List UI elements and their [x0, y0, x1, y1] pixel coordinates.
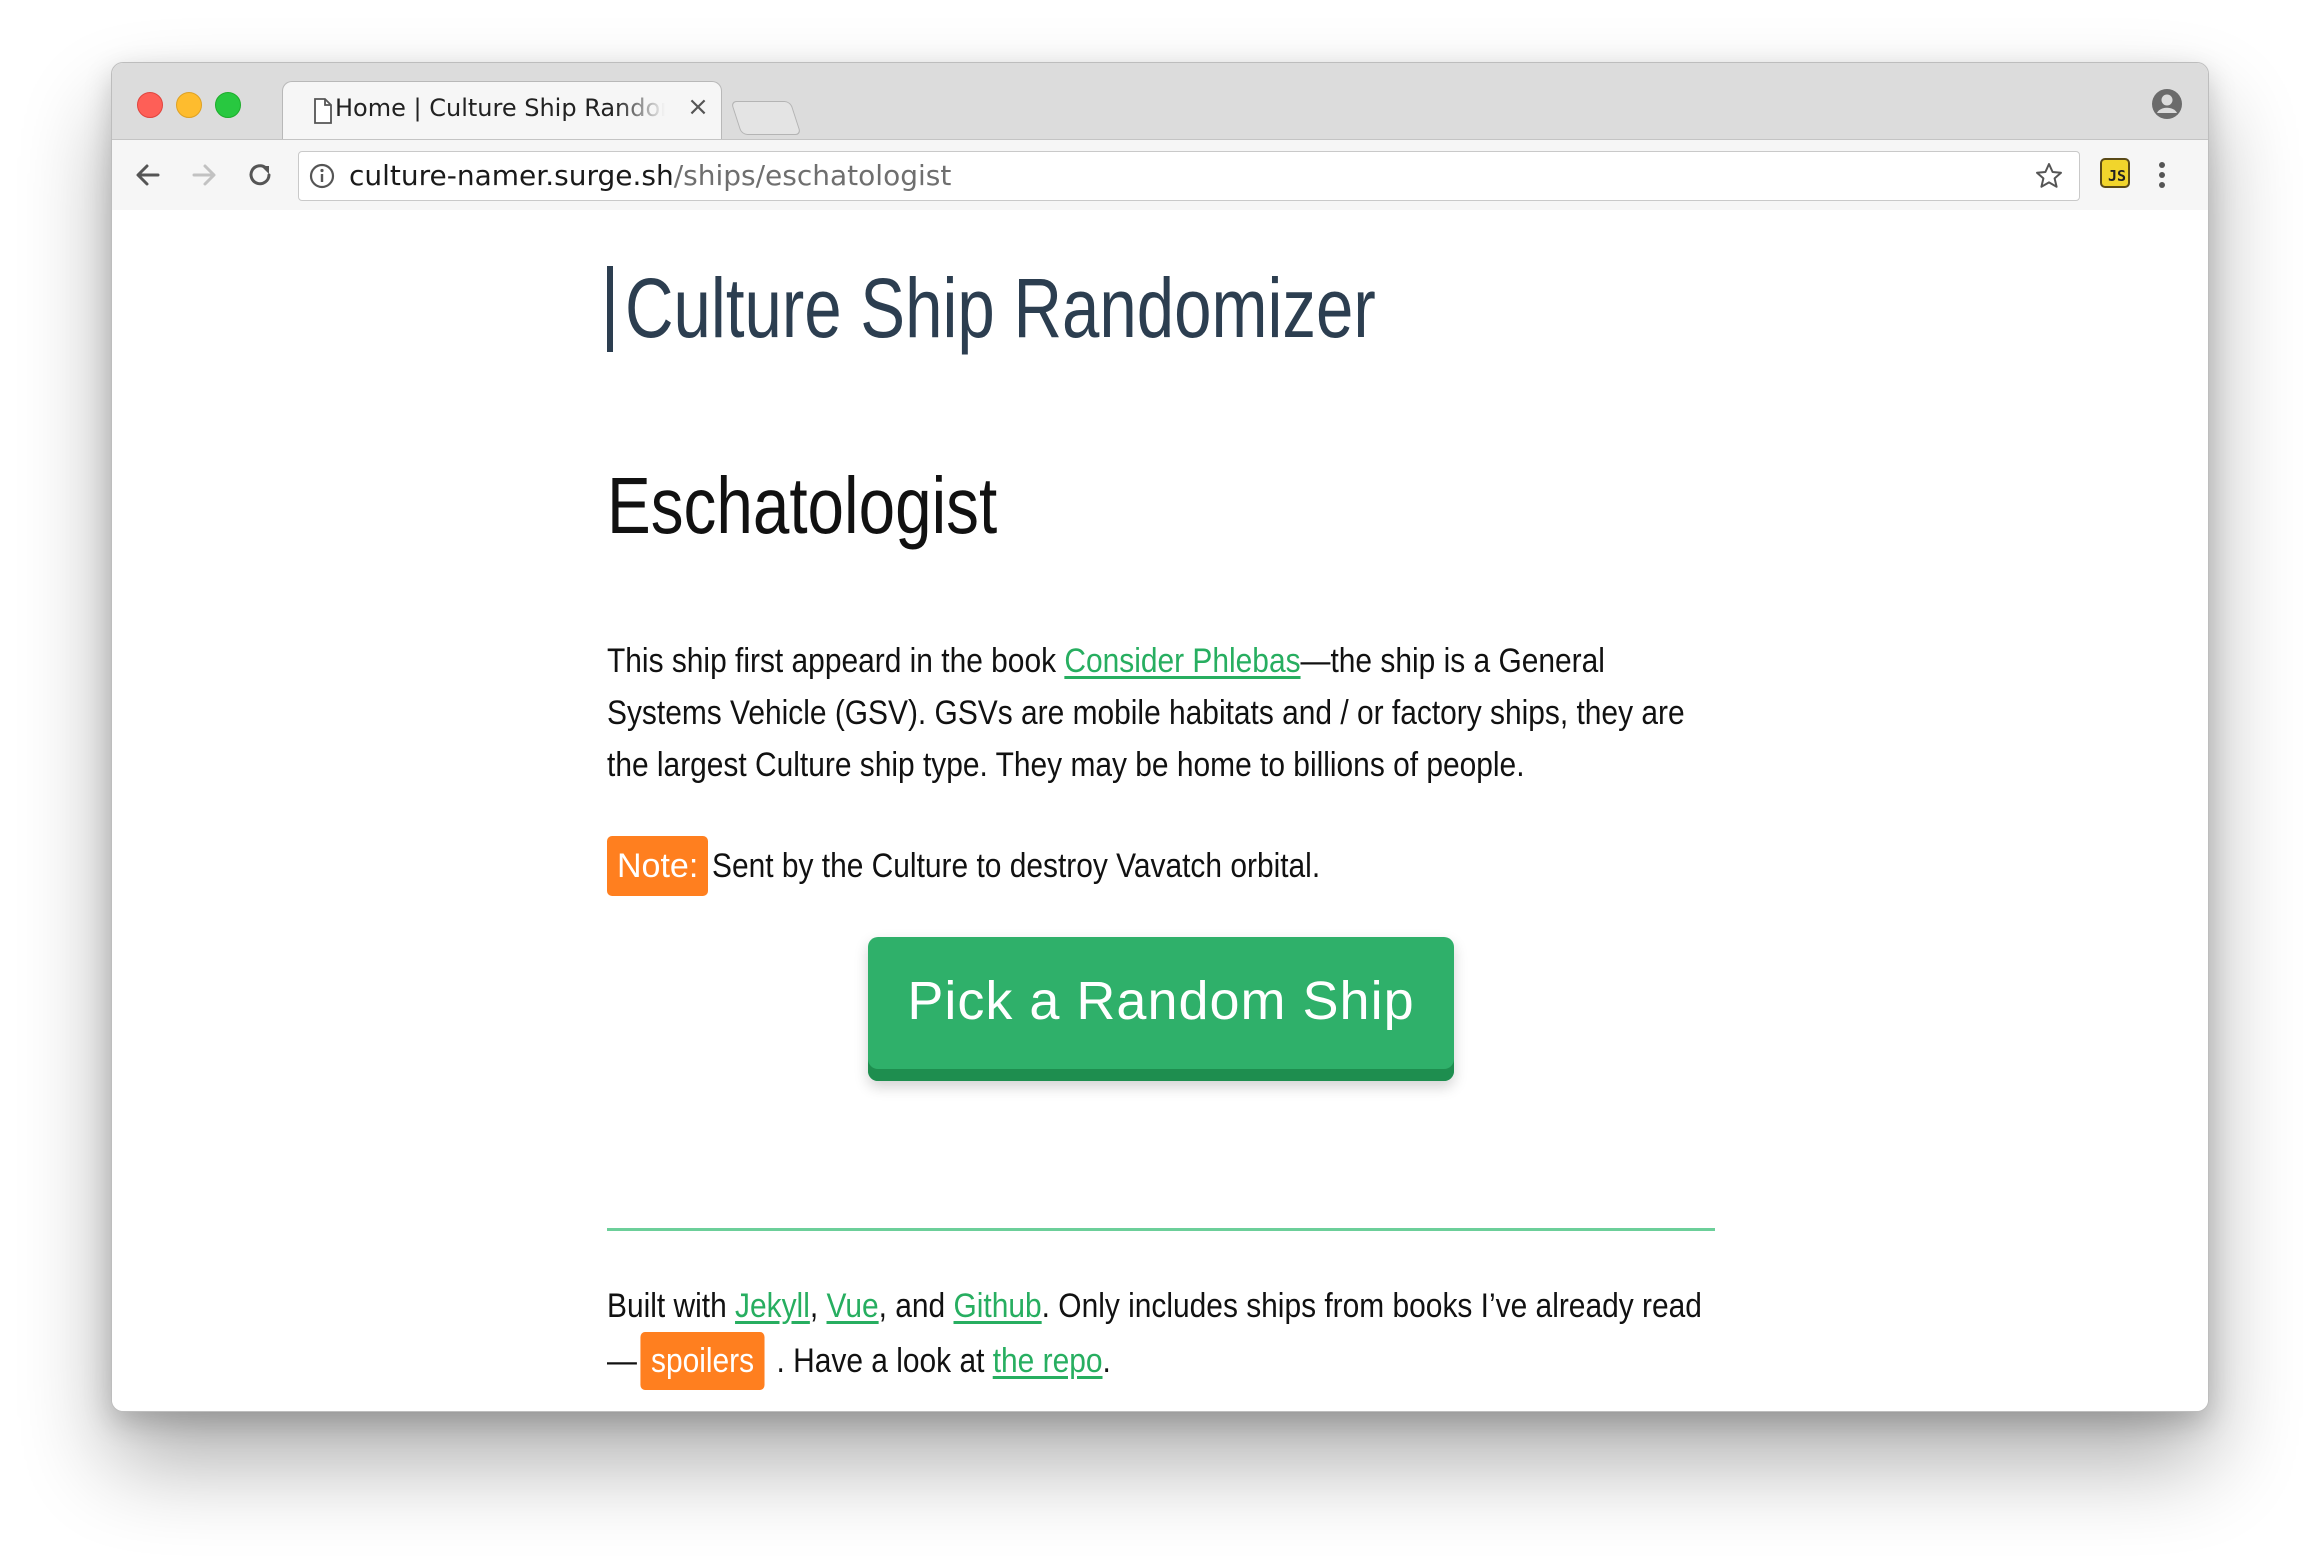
js-extension-icon[interactable]: JS [2100, 158, 2130, 188]
reload-icon[interactable] [242, 157, 278, 193]
jekyll-link[interactable]: Jekyll [735, 1287, 810, 1325]
footer-text: . Have a look at [768, 1342, 993, 1380]
browser-window: Home | Culture Ship Randomizer × c [111, 62, 2209, 1412]
note-row: Note: Sent by the Culture to destroy Vav… [607, 836, 1807, 896]
new-tab-button[interactable] [730, 101, 802, 135]
info-icon[interactable] [309, 163, 335, 189]
tab-strip: Home | Culture Ship Randomizer × [112, 63, 2208, 142]
pick-random-ship-label: Pick a Random Ship [907, 971, 1415, 1031]
ship-description: This ship first appeard in the book Cons… [607, 635, 1716, 791]
tab-close-button[interactable]: × [685, 94, 711, 120]
address-bar[interactable]: culture-namer.surge.sh/ships/eschatologi… [298, 151, 2080, 201]
site-title: Culture Ship Randomizer [625, 261, 1376, 355]
repo-link[interactable]: the repo [993, 1342, 1103, 1380]
footer-built-with: Built with [607, 1287, 736, 1325]
back-arrow-icon[interactable] [130, 157, 166, 193]
forward-arrow-icon[interactable] [186, 157, 222, 193]
profile-icon[interactable] [2150, 87, 2184, 121]
title-accent-bar [607, 266, 613, 352]
page-content: Culture Ship Randomizer Eschatologist Th… [112, 210, 2208, 1411]
url-host: culture-namer.surge.sh [349, 159, 674, 192]
close-window-button[interactable] [137, 92, 163, 118]
footer-end: . [1102, 1342, 1111, 1380]
document-icon [314, 98, 332, 124]
pick-random-ship-button[interactable]: Pick a Random Ship [868, 937, 1454, 1081]
minimize-window-button[interactable] [176, 92, 202, 118]
github-link[interactable]: Github [954, 1287, 1042, 1325]
url-path: /ships/eschatologist [673, 159, 952, 192]
footer-separator: , [809, 1287, 827, 1325]
more-menu-icon[interactable] [2156, 157, 2168, 193]
url-text[interactable]: culture-namer.surge.sh/ships/eschatologi… [349, 162, 951, 190]
book-link[interactable]: Consider Phlebas [1064, 642, 1300, 680]
browser-toolbar: culture-namer.surge.sh/ships/eschatologi… [112, 139, 2208, 211]
tab-active[interactable]: Home | Culture Ship Randomizer × [282, 81, 722, 142]
footer: Built with Jekyll, Vue, and Github. Only… [607, 1280, 1720, 1390]
spoilers-badge: spoilers [640, 1332, 765, 1390]
note-badge: Note: [607, 836, 709, 896]
vue-link[interactable]: Vue [827, 1287, 879, 1325]
footer-divider [607, 1228, 1715, 1231]
footer-separator: , and [878, 1287, 954, 1325]
ship-name-heading: Eschatologist [607, 461, 998, 550]
description-text: This ship first appeard in the book [607, 642, 1065, 680]
tab-title: Home | Culture Ship Randomizer [335, 94, 665, 122]
bookmark-star-icon[interactable] [2034, 161, 2064, 191]
note-text: Sent by the Culture to destroy Vavatch o… [712, 847, 1321, 885]
maximize-window-button[interactable] [215, 92, 241, 118]
